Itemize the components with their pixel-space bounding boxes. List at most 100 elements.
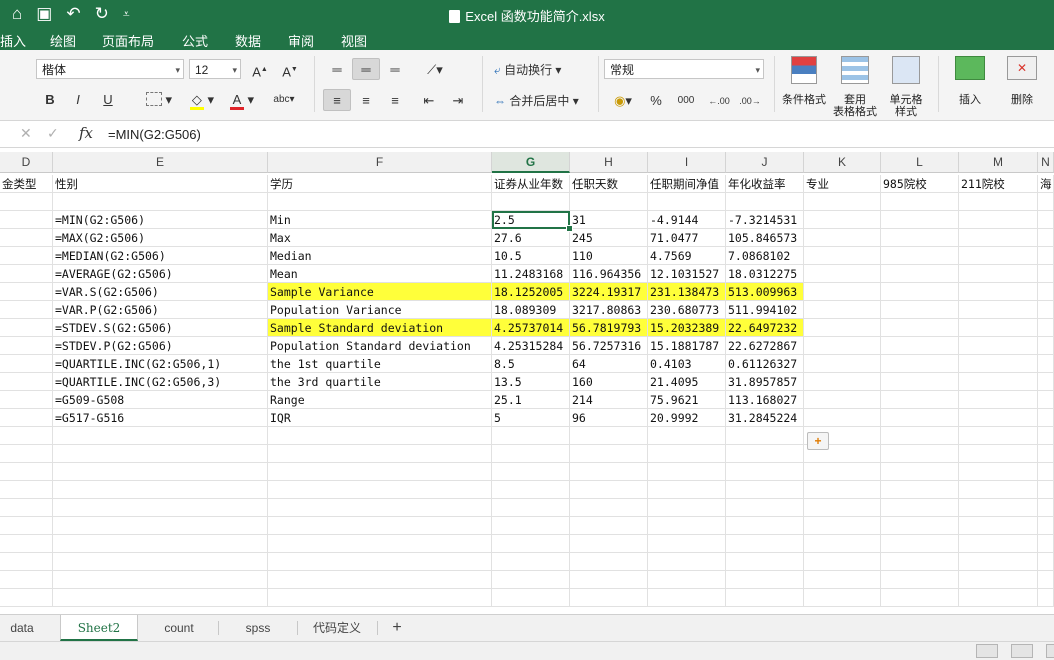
empty-cell[interactable]: [959, 373, 1038, 391]
empty-cell[interactable]: [881, 571, 959, 589]
data-cell-f[interactable]: Range: [268, 391, 492, 409]
data-cell-i[interactable]: 71.0477: [648, 229, 726, 247]
empty-cell[interactable]: [570, 517, 648, 535]
empty-cell[interactable]: [804, 481, 881, 499]
data-cell-i[interactable]: 230.680773: [648, 301, 726, 319]
empty-cell[interactable]: [1038, 337, 1054, 355]
align-center-button[interactable]: ≡: [352, 89, 380, 111]
empty-cell[interactable]: [570, 589, 648, 607]
data-cell-j[interactable]: 31.2845224: [726, 409, 804, 427]
empty-cell[interactable]: [570, 481, 648, 499]
empty-cell[interactable]: [804, 247, 881, 265]
conditional-format-button[interactable]: 条件格式: [780, 56, 828, 116]
data-cell-i[interactable]: 20.9992: [648, 409, 726, 427]
empty-cell[interactable]: [1038, 571, 1054, 589]
empty-cell[interactable]: [268, 445, 492, 463]
empty-cell[interactable]: [648, 499, 726, 517]
data-cell-j[interactable]: 7.0868102: [726, 247, 804, 265]
data-cell-g[interactable]: 4.25737014: [492, 319, 570, 337]
data-cell-f[interactable]: IQR: [268, 409, 492, 427]
header-cell[interactable]: 任职天数: [570, 175, 648, 193]
empty-cell[interactable]: [1038, 589, 1054, 607]
empty-cell[interactable]: [881, 517, 959, 535]
empty-cell[interactable]: [648, 535, 726, 553]
insert-function-icon[interactable]: fx: [79, 124, 93, 142]
empty-cell[interactable]: [492, 463, 570, 481]
orientation-button[interactable]: ⟋▾: [418, 58, 452, 80]
empty-cell[interactable]: [492, 517, 570, 535]
data-cell-f[interactable]: the 3rd quartile: [268, 373, 492, 391]
empty-cell[interactable]: [53, 589, 268, 607]
empty-cell[interactable]: [268, 499, 492, 517]
empty-cell[interactable]: [53, 463, 268, 481]
column-header-d[interactable]: D: [0, 152, 53, 173]
tab-formulas[interactable]: 公式: [182, 31, 208, 50]
empty-cell[interactable]: [53, 553, 268, 571]
empty-cell[interactable]: [0, 355, 53, 373]
wrap-text-button[interactable]: ⤶ 自动换行 ▾: [493, 58, 585, 80]
empty-cell[interactable]: [0, 463, 53, 481]
data-cell-f[interactable]: Median: [268, 247, 492, 265]
tab-insert[interactable]: 插入: [0, 31, 26, 50]
data-cell-i[interactable]: 4.7569: [648, 247, 726, 265]
insert-cells-button[interactable]: 插入: [946, 56, 994, 116]
empty-cell[interactable]: [648, 517, 726, 535]
header-cell[interactable]: 985院校: [881, 175, 959, 193]
accounting-format-button[interactable]: ◉▾: [604, 89, 642, 111]
empty-cell[interactable]: [1038, 445, 1054, 463]
empty-cell[interactable]: [881, 445, 959, 463]
column-header-e[interactable]: E: [53, 152, 268, 173]
tab-view[interactable]: 视图: [341, 31, 367, 50]
bold-button[interactable]: B: [38, 88, 62, 110]
empty-cell[interactable]: [268, 517, 492, 535]
empty-cell[interactable]: [881, 319, 959, 337]
data-cell-h[interactable]: 3217.80863: [570, 301, 648, 319]
empty-cell[interactable]: [570, 571, 648, 589]
empty-cell[interactable]: [492, 445, 570, 463]
italic-button[interactable]: I: [66, 88, 90, 110]
empty-cell[interactable]: [53, 499, 268, 517]
data-cell-h[interactable]: 56.7257316: [570, 337, 648, 355]
empty-cell[interactable]: [53, 517, 268, 535]
empty-cell[interactable]: [1038, 355, 1054, 373]
paste-options-button[interactable]: +: [807, 432, 829, 450]
empty-cell[interactable]: [959, 301, 1038, 319]
column-header-i[interactable]: I: [648, 152, 726, 173]
empty-cell[interactable]: [1038, 409, 1054, 427]
data-cell-j[interactable]: -7.3214531: [726, 211, 804, 229]
tab-draw[interactable]: 绘图: [50, 31, 76, 50]
data-cell-h[interactable]: 96: [570, 409, 648, 427]
empty-cell[interactable]: [1038, 427, 1054, 445]
data-cell-i[interactable]: -4.9144: [648, 211, 726, 229]
empty-cell[interactable]: [881, 265, 959, 283]
fill-color-button[interactable]: ◇ ▾: [184, 88, 220, 110]
data-cell-g[interactable]: 27.6: [492, 229, 570, 247]
data-cell-h[interactable]: 245: [570, 229, 648, 247]
empty-cell[interactable]: [0, 535, 53, 553]
data-cell-j[interactable]: 22.6497232: [726, 319, 804, 337]
empty-cell[interactable]: [1038, 319, 1054, 337]
empty-cell[interactable]: [1038, 247, 1054, 265]
delete-cells-button[interactable]: ✕ 删除: [998, 56, 1046, 116]
empty-cell[interactable]: [959, 463, 1038, 481]
empty-cell[interactable]: [492, 571, 570, 589]
empty-cell[interactable]: [959, 355, 1038, 373]
empty-cell[interactable]: [492, 589, 570, 607]
normal-view-button[interactable]: [976, 644, 998, 658]
empty-cell[interactable]: [959, 517, 1038, 535]
empty-cell[interactable]: [0, 445, 53, 463]
empty-cell[interactable]: [881, 409, 959, 427]
empty-cell[interactable]: [492, 427, 570, 445]
empty-cell[interactable]: [726, 535, 804, 553]
empty-cell[interactable]: [268, 427, 492, 445]
font-size-select[interactable]: 12 ▾: [189, 59, 241, 79]
data-cell-e[interactable]: =QUARTILE.INC(G2:G506,1): [53, 355, 268, 373]
empty-cell[interactable]: [881, 553, 959, 571]
empty-cell[interactable]: [804, 265, 881, 283]
data-cell-g[interactable]: 18.089309: [492, 301, 570, 319]
data-cell-j[interactable]: 18.0312275: [726, 265, 804, 283]
empty-cell[interactable]: [959, 211, 1038, 229]
decrease-indent-button[interactable]: ⇤: [416, 89, 442, 111]
empty-cell[interactable]: [804, 301, 881, 319]
data-cell-g[interactable]: 11.2483168: [492, 265, 570, 283]
